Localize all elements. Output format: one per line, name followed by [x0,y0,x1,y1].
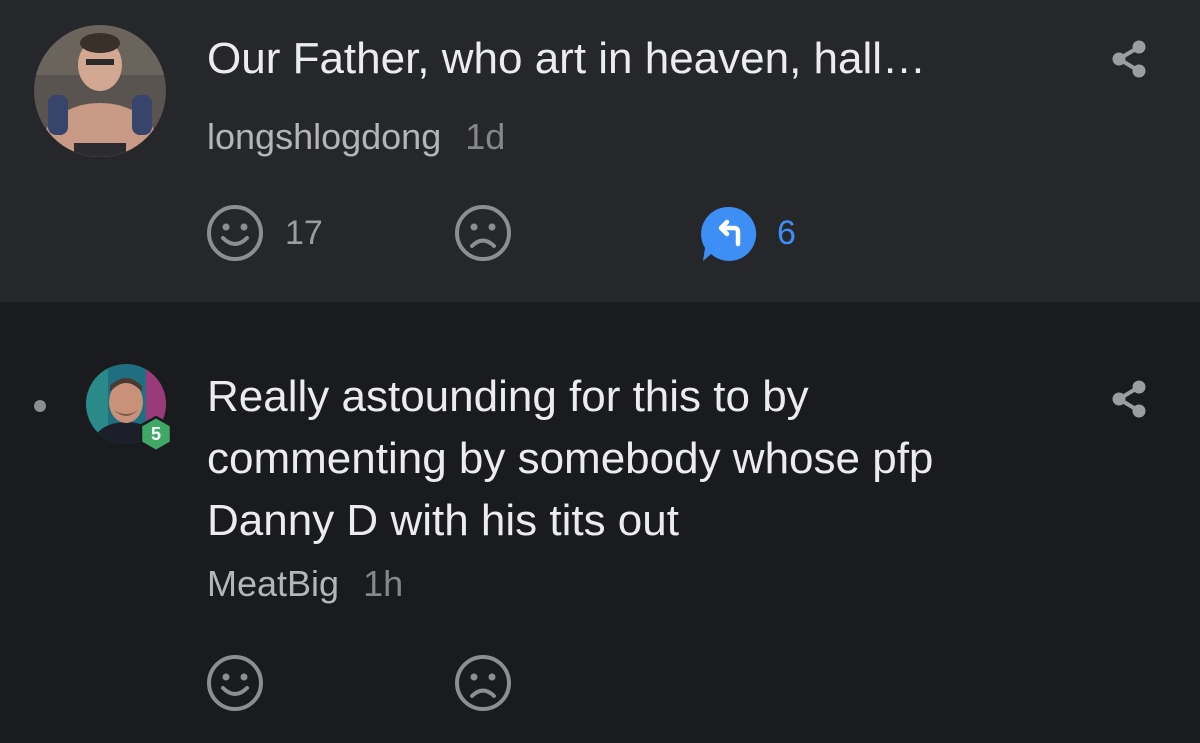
frowning-face-icon [455,655,511,711]
shirtless-man-avatar [34,25,166,157]
comment-text[interactable]: Our Father, who art in heaven, hall… [207,28,1047,90]
username[interactable]: MeatBig [207,563,339,604]
frowning-face-icon [455,205,511,261]
replies-button[interactable]: 6 [697,203,796,263]
username[interactable]: longshlogdong [207,116,441,157]
avatar[interactable] [34,25,166,157]
dislike-button[interactable] [453,203,513,263]
dislike-button[interactable] [453,653,513,713]
comment-meta: MeatBig 1h [207,562,403,606]
timestamp: 1h [363,563,404,604]
avatar[interactable]: 5 [86,364,173,452]
smiley-face-icon [207,655,263,711]
like-button[interactable]: 17 [205,203,323,263]
like-count: 17 [285,213,323,252]
smiley-face-icon [207,205,263,261]
parent-comment: Our Father, who art in heaven, hall… lon… [0,0,1200,302]
reply-bubble-icon [701,206,757,261]
reply-comment: 5 Really astounding for this to by comme… [0,302,1200,743]
level-badge: 5 [138,416,174,452]
comment-meta: longshlogdong 1d [207,115,505,159]
timestamp: 1d [465,116,506,157]
thread-indicator [34,400,46,412]
share-icon[interactable] [1108,38,1150,80]
comment-text[interactable]: Really astounding for this to by comment… [207,366,1067,552]
reply-count: 6 [777,213,796,252]
level-number: 5 [150,424,161,444]
share-icon[interactable] [1108,378,1150,420]
like-button[interactable] [205,653,265,713]
